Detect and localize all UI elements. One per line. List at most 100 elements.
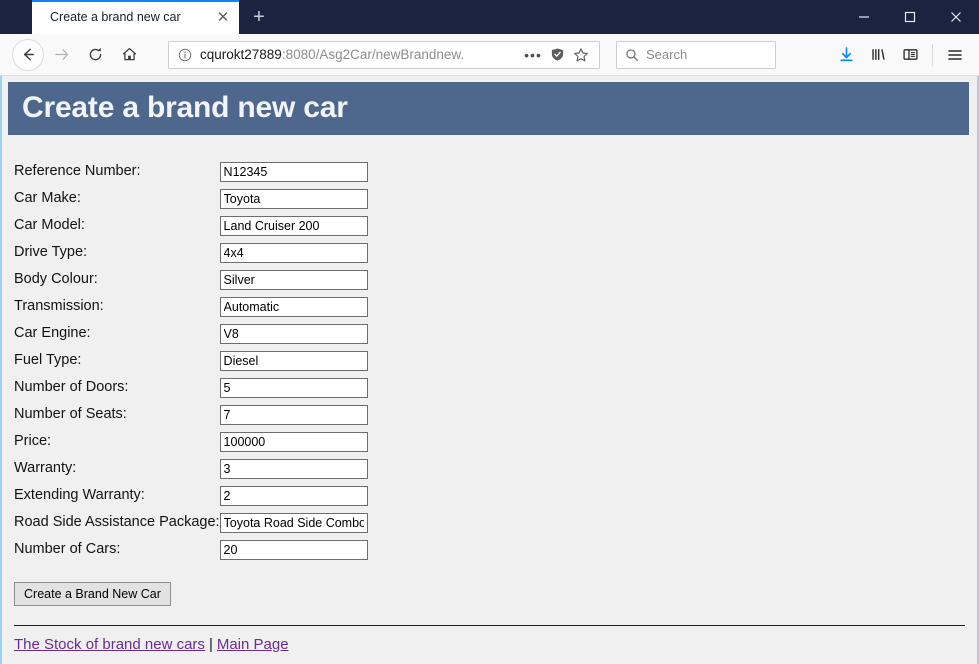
shield-icon[interactable] [545,44,569,66]
field-cell [219,269,368,296]
field-label: Number of Seats: [14,406,127,422]
form-row: Reference Number: [14,161,368,188]
new-tab-button[interactable]: + [239,0,279,34]
maximize-button[interactable] [887,0,933,34]
search-bar[interactable]: Search [616,40,776,69]
transmission-input[interactable] [219,296,368,317]
page-header-banner: Create a brand new car [8,82,969,135]
field-label: Road Side Assistance Package: [14,514,220,530]
field-label: Reference Number: [14,163,141,179]
close-tab-icon[interactable]: ✕ [213,7,233,27]
car-make-input[interactable] [219,188,368,209]
field-label: Drive Type: [14,244,88,260]
url-text: cqurokt27889:8080/Asg2Car/newBrandnew. [200,47,464,62]
form-row: Number of Doors: [14,377,368,404]
price-input[interactable] [219,431,368,452]
url-host: cqurokt27889 [200,47,282,62]
page-title: Create a brand new car [22,91,348,124]
field-cell [219,377,368,404]
drive-type-input[interactable] [219,242,368,263]
browser-tab-active[interactable]: Create a brand new car ✕ [32,0,239,34]
body-colour-input[interactable] [219,269,368,290]
home-button[interactable] [112,38,146,72]
field-cell [219,242,368,269]
form-row: Price: [14,431,368,458]
field-cell [219,215,368,242]
main-page-link[interactable]: Main Page [217,636,289,653]
field-cell [219,512,368,539]
field-label: Car Engine: [14,325,91,341]
field-cell [219,350,368,377]
close-window-button[interactable] [933,0,979,34]
fuel-type-input[interactable] [219,350,368,371]
forward-button[interactable] [44,38,78,72]
field-label: Number of Cars: [14,541,121,557]
field-label: Price: [14,433,52,449]
search-placeholder: Search [646,47,688,62]
form-rows: Reference Number: Car Make: [14,161,368,566]
car-engine-input[interactable] [219,323,368,344]
field-cell [219,188,368,215]
tab-strip: Create a brand new car ✕ + [0,0,979,34]
form-row: Warranty: [14,458,368,485]
submit-row: Create a Brand New Car [2,566,977,606]
toolbar-separator [932,43,933,66]
car-model-input[interactable] [219,215,368,236]
page-actions-dots: ••• [524,46,542,63]
create-brand-new-car-button[interactable]: Create a Brand New Car [14,582,171,606]
sidebar-icon[interactable] [894,39,926,71]
warranty-input[interactable] [219,458,368,479]
minimize-button[interactable] [841,0,887,34]
form-row: Fuel Type: [14,350,368,377]
field-cell [219,458,368,485]
window-controls [841,0,979,34]
form-row: Car Engine: [14,323,368,350]
downloads-icon[interactable] [830,39,862,71]
field-cell [219,161,368,188]
field-cell [219,485,368,512]
browser-window: Create a brand new car ✕ + cqurokt27889:… [0,0,979,664]
field-label: Extending Warranty: [14,487,145,503]
url-path: :8080/Asg2Car/newBrandnew. [281,47,465,62]
field-label: Warranty: [14,460,77,476]
hamburger-menu-icon[interactable] [939,39,971,71]
navigation-toolbar: cqurokt27889:8080/Asg2Car/newBrandnew. •… [0,34,979,76]
url-text-container: cqurokt27889:8080/Asg2Car/newBrandnew. [200,44,521,65]
form-row: Road Side Assistance Package: [14,512,368,539]
url-fade-overlay [487,44,521,65]
form-row: Body Colour: [14,269,368,296]
back-button[interactable] [12,38,44,71]
form-row: Car Make: [14,188,368,215]
page-actions-icon[interactable]: ••• [521,44,545,66]
tabstrip-leading-space [0,0,32,34]
field-label: Transmission: [14,298,104,314]
info-circle-icon[interactable] [177,47,193,63]
field-cell [219,323,368,350]
field-cell [219,431,368,458]
toolbar-right-group [830,38,971,72]
field-cell [219,404,368,431]
road-side-assistance-package-input[interactable] [219,512,368,533]
form-table: Reference Number: Car Make: [14,161,368,566]
form-row: Drive Type: [14,242,368,269]
star-icon[interactable] [569,44,593,66]
number-of-seats-input[interactable] [219,404,368,425]
library-icon[interactable] [862,39,894,71]
link-separator: | [208,636,213,653]
tab-title: Create a brand new car [50,10,181,24]
stock-of-brand-new-cars-link[interactable]: The Stock of brand new cars [14,636,205,653]
tabstrip-spacer [279,0,841,34]
field-label: Car Make: [14,190,81,206]
search-icon [625,48,639,62]
url-bar[interactable]: cqurokt27889:8080/Asg2Car/newBrandnew. •… [168,40,600,69]
form-row: Extending Warranty: [14,485,368,512]
reference-number-input[interactable] [219,161,368,182]
extending-warranty-input[interactable] [219,485,368,506]
car-form: Reference Number: Car Make: [2,135,977,566]
number-of-cars-input[interactable] [219,539,368,560]
form-row: Number of Cars: [14,539,368,566]
reload-button[interactable] [78,38,112,72]
form-row: Transmission: [14,296,368,323]
number-of-doors-input[interactable] [219,377,368,398]
field-label: Car Model: [14,217,85,233]
